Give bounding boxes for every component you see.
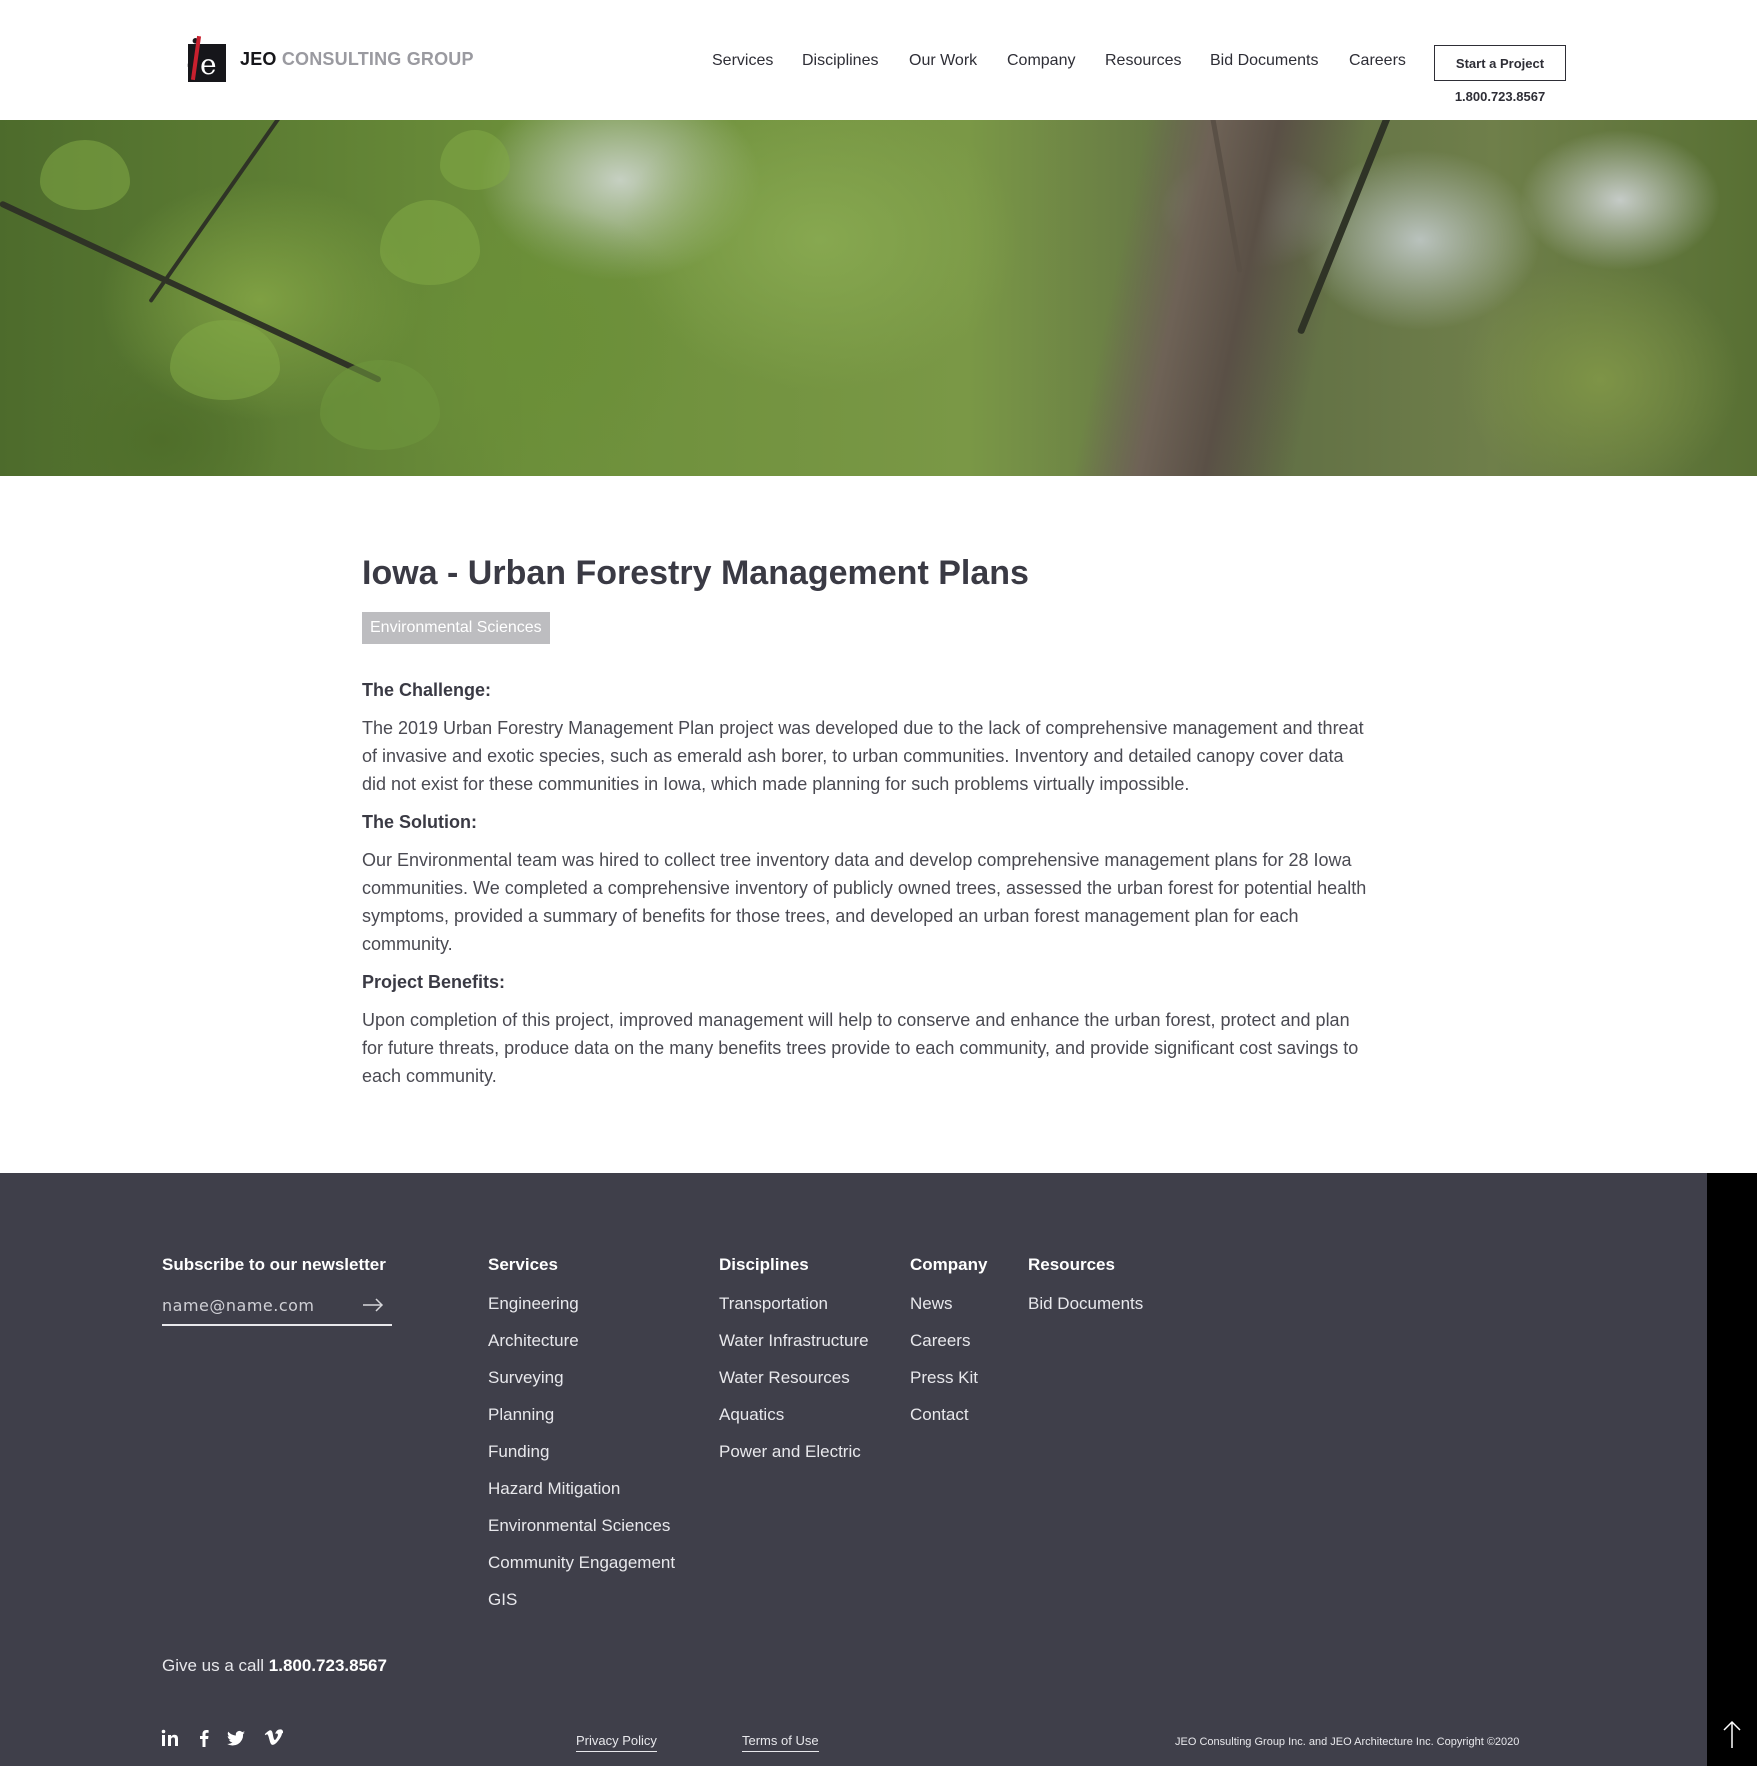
newsletter-heading: Subscribe to our newsletter (162, 1255, 386, 1274)
footer-link-power-electric[interactable]: Power and Electric (719, 1442, 861, 1462)
footer-link-careers[interactable]: Careers (910, 1331, 970, 1351)
newsletter-form (162, 1290, 392, 1326)
call-prefix: Give us a call (162, 1656, 265, 1675)
nav-disciplines[interactable]: Disciplines (802, 52, 878, 70)
privacy-policy-link[interactable]: Privacy Policy (576, 1733, 657, 1752)
nav-services[interactable]: Services (712, 52, 773, 70)
page-title: Iowa - Urban Forestry Management Plans (362, 554, 1029, 592)
arrow-right-icon[interactable] (362, 1298, 384, 1312)
challenge-text: The 2019 Urban Forestry Management Plan … (362, 718, 1364, 794)
footer-link-aquatics[interactable]: Aquatics (719, 1405, 784, 1425)
hero-image (0, 120, 1757, 476)
nav-resources[interactable]: Resources (1105, 52, 1181, 70)
footer-link-funding[interactable]: Funding (488, 1442, 549, 1462)
footer-link-community-engagement[interactable]: Community Engagement (488, 1553, 675, 1573)
facebook-icon[interactable] (194, 1728, 214, 1748)
vimeo-icon[interactable] (263, 1728, 283, 1748)
footer-link-architecture[interactable]: Architecture (488, 1331, 579, 1351)
footer-company-heading: Company (910, 1255, 988, 1274)
footer-resources-heading: Resources (1028, 1255, 1115, 1274)
back-to-top-arrow-icon[interactable] (1721, 1720, 1743, 1750)
footer-link-water-resources[interactable]: Water Resources (719, 1368, 850, 1388)
footer-link-planning[interactable]: Planning (488, 1405, 554, 1425)
footer-link-surveying[interactable]: Surveying (488, 1368, 564, 1388)
start-project-button[interactable]: Start a Project (1434, 45, 1566, 81)
challenge-heading: The Challenge: (362, 680, 492, 700)
footer-link-water-infrastructure[interactable]: Water Infrastructure (719, 1331, 869, 1351)
category-tag[interactable]: Environmental Sciences (362, 612, 550, 644)
twitter-icon[interactable] (226, 1728, 246, 1748)
logo-text-consulting-group: CONSULTING GROUP (281, 48, 474, 69)
copyright-text: JEO Consulting Group Inc. and JEO Archit… (1175, 1736, 1520, 1748)
footer-call: Give us a call 1.800.723.8567 (162, 1656, 387, 1676)
footer-disciplines-heading: Disciplines (719, 1255, 809, 1274)
footer-side-bar (1707, 1173, 1757, 1766)
footer-link-contact[interactable]: Contact (910, 1405, 969, 1425)
terms-of-use-link[interactable]: Terms of Use (742, 1733, 819, 1752)
nav-our-work[interactable]: Our Work (909, 52, 977, 70)
footer-link-engineering[interactable]: Engineering (488, 1294, 579, 1314)
footer-link-hazard-mitigation[interactable]: Hazard Mitigation (488, 1479, 620, 1499)
linkedin-icon[interactable] (160, 1728, 180, 1748)
newsletter-email-input[interactable] (162, 1290, 352, 1320)
footer-link-gis[interactable]: GIS (488, 1590, 517, 1610)
nav-company[interactable]: Company (1007, 52, 1075, 70)
footer-phone[interactable]: 1.800.723.8567 (269, 1656, 387, 1675)
logo-text-jeo: JEO (240, 48, 277, 69)
site-header: j e JEO CONSULTING GROUP Services Discip… (0, 0, 1757, 120)
footer-link-news[interactable]: News (910, 1294, 953, 1314)
site-logo[interactable]: j e JEO CONSULTING GROUP (186, 34, 474, 84)
footer-link-bid-documents[interactable]: Bid Documents (1028, 1294, 1143, 1314)
footer-services-heading: Services (488, 1255, 558, 1274)
header-phone[interactable]: 1.800.723.8567 (1434, 89, 1566, 104)
footer-link-environmental-sciences[interactable]: Environmental Sciences (488, 1516, 670, 1536)
footer-link-press-kit[interactable]: Press Kit (910, 1368, 978, 1388)
nav-careers[interactable]: Careers (1349, 52, 1406, 70)
logo-wordmark: JEO CONSULTING GROUP (240, 49, 474, 70)
jeo-logo-mark-icon: j e (186, 34, 228, 84)
project-article: Iowa - Urban Forestry Management Plans E… (362, 548, 1372, 1090)
benefits-heading: Project Benefits: (362, 972, 506, 992)
solution-heading: The Solution: (362, 812, 477, 832)
footer-link-transportation[interactable]: Transportation (719, 1294, 828, 1314)
nav-bid-documents[interactable]: Bid Documents (1210, 52, 1319, 70)
benefits-text: Upon completion of this project, improve… (362, 1010, 1359, 1086)
solution-text: Our Environmental team was hired to coll… (362, 850, 1367, 954)
